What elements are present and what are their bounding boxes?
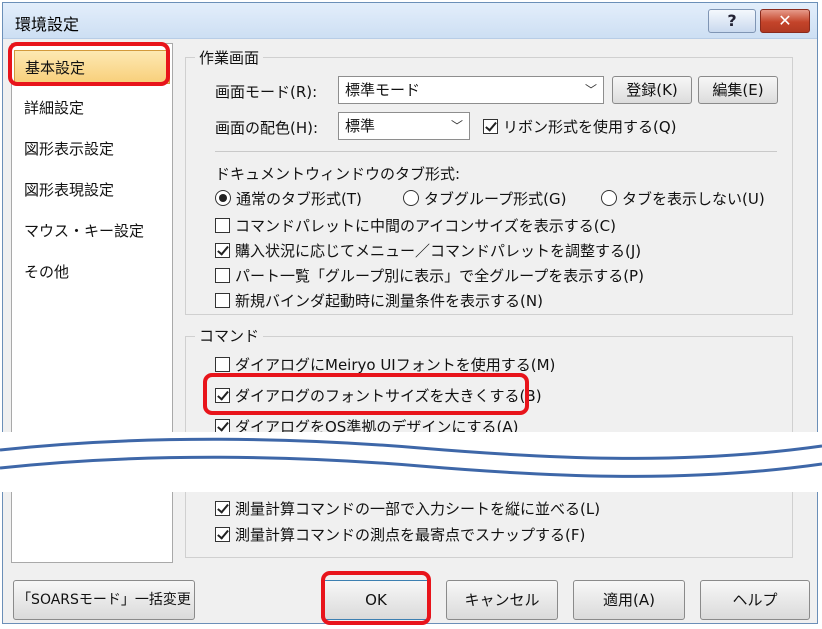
- radio-no-tab[interactable]: タブを表示しない(U): [601, 189, 765, 209]
- checkbox-icon: [215, 243, 230, 258]
- apply-button[interactable]: 適用(A): [573, 580, 685, 620]
- radio-normal-tab[interactable]: 通常のタブ形式(T): [215, 189, 362, 209]
- ribbon-label: リボン形式を使用する(Q): [503, 118, 677, 136]
- checkbox-vertical-sheet[interactable]: 測量計算コマンドの一部で入力シートを縦に並べる(L): [215, 499, 600, 519]
- checkbox-large-font[interactable]: ダイアログのフォントサイズを大きくする(B): [215, 386, 542, 406]
- ribbon-checkbox[interactable]: リボン形式を使用する(Q): [483, 117, 677, 137]
- radio-normal-tab-label: 通常のタブ形式(T): [236, 190, 362, 208]
- checkbox-all-groups-label: パート一覧「グループ別に表示」で全グループを表示する(P): [235, 267, 644, 285]
- ok-button[interactable]: OK: [321, 580, 431, 620]
- omission-break: [0, 432, 822, 492]
- checkbox-survey-conditions[interactable]: 新規バインダ起動時に測量条件を表示する(N): [215, 291, 543, 311]
- radio-tab-group-label: タブグループ形式(G): [424, 190, 567, 208]
- sidebar-item-shape-display[interactable]: 図形表示設定: [14, 132, 170, 166]
- checkbox-adjust-menu-label: 購入状況に応じてメニュー／コマンドパレットを調整する(J): [235, 242, 642, 260]
- checkbox-icon: [215, 527, 230, 542]
- checkbox-icon: [215, 388, 230, 403]
- color-scheme-value: 標準: [345, 117, 376, 135]
- checkbox-meiryo-font[interactable]: ダイアログにMeiryo UIフォントを使用する(M): [215, 355, 555, 375]
- checkbox-icon: [215, 293, 230, 308]
- checkbox-icon: [215, 357, 230, 372]
- checkbox-icon: [215, 501, 230, 516]
- checkbox-adjust-menu[interactable]: 購入状況に応じてメニュー／コマンドパレットを調整する(J): [215, 241, 641, 261]
- radio-tab-group[interactable]: タブグループ形式(G): [403, 189, 566, 209]
- cancel-button[interactable]: キャンセル: [446, 580, 558, 620]
- tab-style-label: ドキュメントウィンドウのタブ形式:: [215, 165, 461, 183]
- chevron-down-icon: ﹀: [584, 83, 597, 97]
- sidebar-item-shape-expression[interactable]: 図形表現設定: [14, 173, 170, 207]
- screen-mode-value: 標準モード: [345, 81, 421, 99]
- checkbox-large-font-label: ダイアログのフォントサイズを大きくする(B): [235, 387, 542, 405]
- command-group-label: コマンド: [195, 325, 264, 346]
- settings-dialog: 環境設定 ? ✕ 基本設定 詳細設定 図形表示設定 図形表現設定 マウス・キー設…: [2, 2, 818, 625]
- checkbox-icon-size-label: コマンドパレットに中間のアイコンサイズを表示する(C): [235, 217, 616, 235]
- close-button[interactable]: ✕: [760, 9, 810, 33]
- soars-mode-button[interactable]: 「SOARSモード」一括変更: [13, 580, 195, 620]
- help-title-button[interactable]: ?: [708, 9, 756, 33]
- title-bar[interactable]: 環境設定 ? ✕: [3, 3, 817, 39]
- ribbon-check-icon: [483, 119, 498, 134]
- sidebar-item-mouse-key[interactable]: マウス・キー設定: [14, 214, 170, 248]
- help-button[interactable]: ヘルプ: [700, 580, 810, 620]
- edit-button[interactable]: 編集(E): [698, 76, 778, 104]
- screen-mode-select[interactable]: 標準モード ﹀: [338, 76, 604, 104]
- color-scheme-select[interactable]: 標準 ﹀: [338, 112, 470, 140]
- sidebar-item-basic[interactable]: 基本設定: [14, 50, 170, 84]
- radio-icon: [403, 190, 419, 206]
- checkbox-icon-size[interactable]: コマンドパレットに中間のアイコンサイズを表示する(C): [215, 216, 616, 236]
- sidebar-item-detail[interactable]: 詳細設定: [14, 91, 170, 125]
- checkbox-icon: [215, 268, 230, 283]
- checkbox-snap-point-label: 測量計算コマンドの測点を最寄点でスナップする(F): [235, 526, 586, 544]
- radio-icon: [601, 190, 617, 206]
- checkbox-vertical-sheet-label: 測量計算コマンドの一部で入力シートを縦に並べる(L): [235, 500, 601, 518]
- work-area-group-label: 作業画面: [195, 47, 264, 68]
- window-title: 環境設定: [15, 15, 80, 34]
- checkbox-icon: [215, 218, 230, 233]
- chevron-down-icon: ﹀: [450, 119, 463, 133]
- sidebar-item-other[interactable]: その他: [14, 255, 170, 289]
- checkbox-all-groups[interactable]: パート一覧「グループ別に表示」で全グループを表示する(P): [215, 266, 644, 286]
- radio-selected-icon: [215, 190, 231, 206]
- wavy-break-lines-icon: [0, 437, 822, 478]
- radio-no-tab-label: タブを表示しない(U): [622, 190, 765, 208]
- screen-mode-label: 画面モード(R):: [215, 83, 318, 101]
- checkbox-meiryo-font-label: ダイアログにMeiryo UIフォントを使用する(M): [235, 356, 556, 374]
- color-scheme-label: 画面の配色(H):: [215, 119, 319, 137]
- register-button[interactable]: 登録(K): [612, 76, 692, 104]
- checkbox-survey-conditions-label: 新規バインダ起動時に測量条件を表示する(N): [235, 292, 543, 310]
- divider: [215, 151, 777, 152]
- checkbox-snap-point[interactable]: 測量計算コマンドの測点を最寄点でスナップする(F): [215, 525, 585, 545]
